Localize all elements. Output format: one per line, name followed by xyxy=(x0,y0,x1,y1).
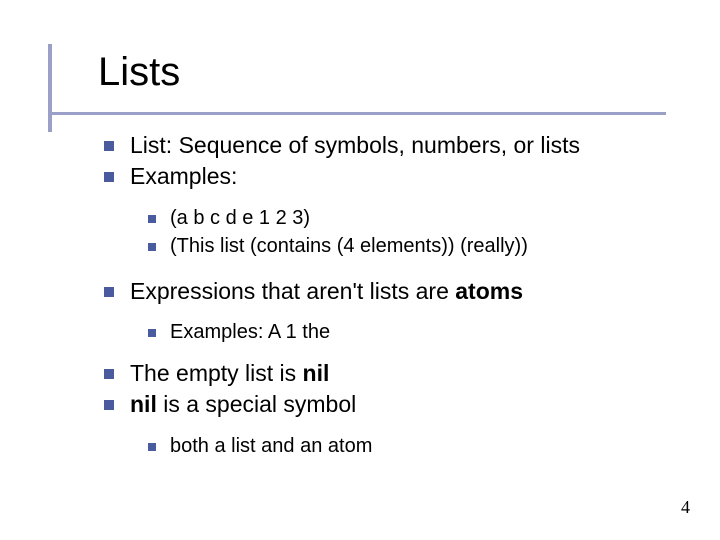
list-subitem-text: (This list (contains (4 elements)) (real… xyxy=(170,233,528,259)
list-item: Examples: xyxy=(104,162,680,191)
list-item: List: Sequence of symbols, numbers, or l… xyxy=(104,131,680,160)
list-item: nil is a special symbol xyxy=(104,390,680,419)
text-bold: nil xyxy=(303,360,330,386)
bullet-square-icon xyxy=(104,400,114,410)
slide-body: List: Sequence of symbols, numbers, or l… xyxy=(104,131,680,459)
list-item-text: Examples: xyxy=(130,162,237,191)
list-subitem: both a list and an atom xyxy=(148,433,680,459)
list-item-text: List: Sequence of symbols, numbers, or l… xyxy=(130,131,580,160)
list-item-text: The empty list is nil xyxy=(130,359,329,388)
title-underline xyxy=(48,112,666,115)
bullet-square-icon xyxy=(148,329,156,337)
page-number: 4 xyxy=(681,497,690,518)
list-subitem: Examples: A 1 the xyxy=(148,319,680,345)
bullet-square-icon xyxy=(104,141,114,151)
slide: Lists List: Sequence of symbols, numbers… xyxy=(0,0,720,540)
list-item: The empty list is nil xyxy=(104,359,680,388)
slide-title: Lists xyxy=(98,50,720,95)
list-subitem-text: both a list and an atom xyxy=(170,433,372,459)
list-subitem-text: Examples: A 1 the xyxy=(170,319,330,345)
list-item-text: Expressions that aren't lists are atoms xyxy=(130,277,523,306)
list-subitem: (a b c d e 1 2 3) xyxy=(148,205,680,231)
text-run: The empty list is xyxy=(130,360,303,386)
bullet-square-icon xyxy=(148,443,156,451)
list-item-text: nil is a special symbol xyxy=(130,390,356,419)
title-accent-bar xyxy=(48,44,52,132)
bullet-square-icon xyxy=(148,243,156,251)
list-item: Expressions that aren't lists are atoms xyxy=(104,277,680,306)
text-bold: atoms xyxy=(455,278,523,304)
text-run: Expressions that aren't lists are xyxy=(130,278,455,304)
list-subitem-text: (a b c d e 1 2 3) xyxy=(170,205,310,231)
list-subitem: (This list (contains (4 elements)) (real… xyxy=(148,233,680,259)
text-bold: nil xyxy=(130,391,157,417)
bullet-square-icon xyxy=(148,215,156,223)
bullet-square-icon xyxy=(104,172,114,182)
bullet-square-icon xyxy=(104,287,114,297)
bullet-square-icon xyxy=(104,369,114,379)
text-run: is a special symbol xyxy=(157,391,356,417)
